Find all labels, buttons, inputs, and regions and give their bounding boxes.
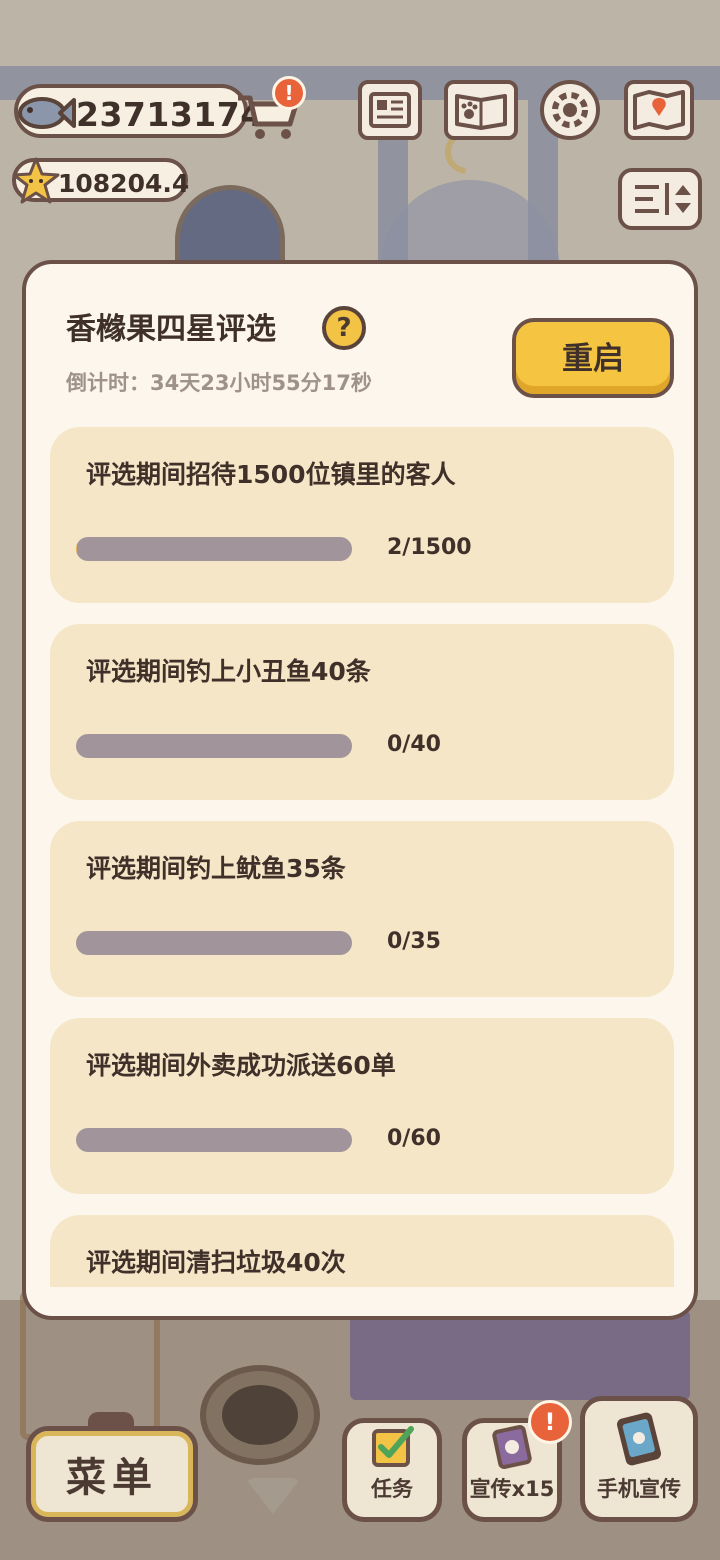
star-count: 108204.4: [58, 169, 190, 198]
scene-rug: [350, 1310, 690, 1400]
task-card: 评选期间招待1500位镇里的客人 2/1500: [50, 427, 674, 603]
task-progress-bar: [76, 537, 352, 561]
promote-label: 宣传x15: [469, 1477, 555, 1501]
cart-alert-badge: !: [272, 76, 306, 110]
star-currency: 108204.4: [12, 157, 190, 204]
task-progress-bar: [76, 1128, 352, 1152]
task-progress-text: 0/35: [387, 929, 441, 954]
fish-icon: [14, 82, 76, 144]
task-progress-text: 2/1500: [387, 535, 472, 560]
task-progress-bar: [76, 931, 352, 955]
task-progress-bar: [76, 734, 352, 758]
star-icon: [12, 156, 60, 208]
tasks-label: 任务: [371, 1477, 413, 1501]
paw-book-icon: [455, 94, 507, 130]
food-plate-center: [222, 1385, 298, 1445]
task-description: 评选期间钓上鱿鱼35条: [86, 854, 346, 883]
task-description: 评选期间外卖成功派送60单: [86, 1051, 396, 1080]
task-description: 评选期间招待1500位镇里的客人: [86, 460, 456, 489]
phone-promote-label: 手机宣传: [597, 1477, 681, 1501]
countdown-timer: 倒计时：34天23小时55分17秒: [66, 371, 372, 395]
fish-currency: 23713174: [14, 84, 263, 138]
gear-icon: [552, 92, 588, 128]
tasks-button[interactable]: 任务: [342, 1418, 442, 1522]
phone-promote-button[interactable]: 手机宣传: [580, 1396, 698, 1522]
task-card: 评选期间钓上小丑鱼40条 0/40: [50, 624, 674, 800]
sort-icon: [635, 183, 691, 215]
promo-flyer-icon: [492, 1425, 532, 1469]
task-list[interactable]: 评选期间招待1500位镇里的客人 2/1500 评选期间钓上小丑鱼40条 0/4…: [50, 427, 674, 1287]
news-book-button[interactable]: [358, 80, 422, 140]
task-description: 评选期间钓上小丑鱼40条: [86, 657, 371, 686]
rating-event-modal: 香橼果四星评选 ? 倒计时：34天23小时55分17秒 重启 评选期间招待150…: [22, 260, 698, 1320]
settings-button[interactable]: [540, 80, 600, 140]
task-card: 评选期间外卖成功派送60单 0/60: [50, 1018, 674, 1194]
modal-title: 香橼果四星评选: [66, 312, 276, 347]
task-progress-text: 0/60: [387, 1126, 441, 1151]
menu-button[interactable]: 菜单: [26, 1426, 198, 1522]
task-card: 评选期间钓上鱿鱼35条 0/35: [50, 821, 674, 997]
phone-icon: [617, 1412, 661, 1466]
book-icon: [369, 92, 411, 128]
map-button[interactable]: [624, 80, 694, 140]
menu-label: 菜单: [66, 1455, 158, 1501]
restart-button[interactable]: 重启: [512, 318, 674, 398]
sort-toggle-button[interactable]: [618, 168, 702, 230]
shop-cart-button[interactable]: !: [232, 76, 306, 142]
task-card: 评选期间清扫垃圾40次: [50, 1215, 674, 1287]
help-icon[interactable]: ?: [322, 306, 366, 350]
cat-handbook-button[interactable]: [444, 80, 518, 140]
checklist-icon: [372, 1426, 414, 1467]
promote-alert-badge: !: [528, 1400, 572, 1444]
task-progress-text: 0/40: [387, 732, 441, 757]
map-icon: [633, 90, 685, 130]
task-description: 评选期间清扫垃圾40次: [86, 1248, 346, 1277]
